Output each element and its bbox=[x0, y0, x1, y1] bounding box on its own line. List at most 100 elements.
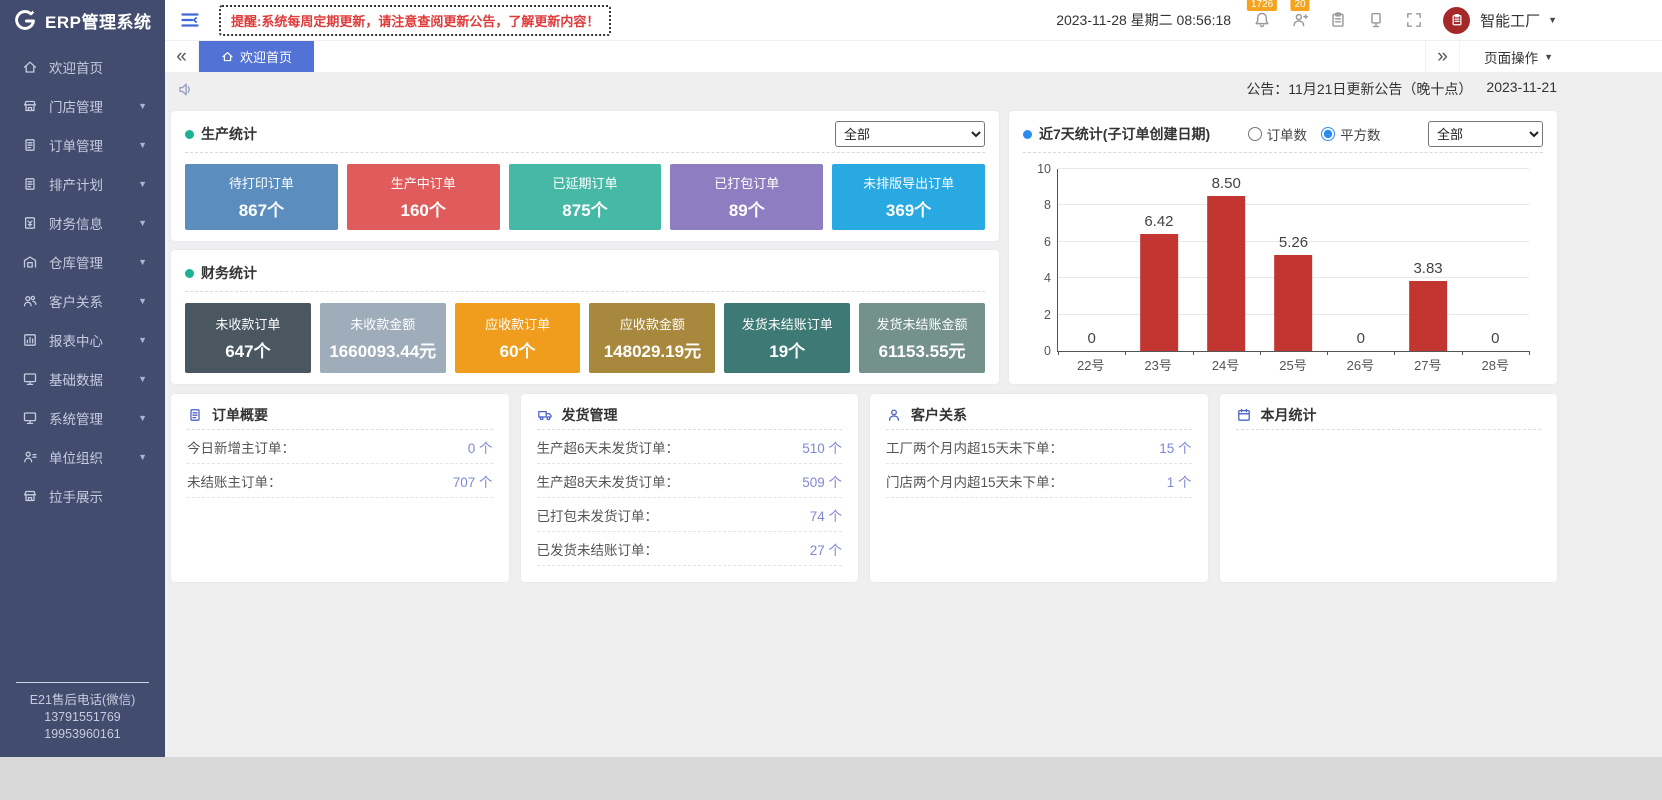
erp-dashboard: ERP管理系统 欢迎首页门店管理▼订单管理▼排产计划▼财务信息▼仓库管理▼客户关… bbox=[0, 0, 1662, 800]
production-card-4[interactable]: 未排版导出订单369个 bbox=[832, 164, 985, 230]
info-row-value[interactable]: 15 个 bbox=[1159, 437, 1191, 457]
info-row-value[interactable]: 74 个 bbox=[810, 505, 842, 525]
sidebar-item-6[interactable]: 客户关系▼ bbox=[0, 281, 165, 320]
info-row: 今日新增主订单：0 个 bbox=[187, 430, 493, 464]
tabbar-right: » 页面操作 ▼ bbox=[1425, 41, 1557, 72]
divider bbox=[185, 152, 985, 153]
finance-stats-panel: 财务统计 未收款订单647个未收款金额1660093.44元应收款订单60个应收… bbox=[171, 250, 999, 384]
device-icon[interactable] bbox=[1367, 11, 1385, 29]
tabs-scroll-right-icon[interactable]: » bbox=[1425, 41, 1459, 72]
info-row-label: 未结账主订单： bbox=[187, 471, 282, 491]
info-row-label: 工厂两个月内超15天未下单： bbox=[886, 437, 1063, 457]
sidebar-item-2[interactable]: 订单管理▼ bbox=[0, 125, 165, 164]
stat-card-value: 867个 bbox=[239, 196, 284, 221]
sidebar-item-10[interactable]: 单位组织▼ bbox=[0, 437, 165, 476]
radio-input[interactable] bbox=[1248, 127, 1262, 141]
page-actions-label: 页面操作 bbox=[1484, 47, 1538, 67]
x-axis-category-label: 27号 bbox=[1394, 355, 1461, 374]
info-row: 已发货未结账订单：27 个 bbox=[537, 532, 843, 566]
sidebar-item-label: 仓库管理 bbox=[49, 252, 138, 272]
system-reminder: 提醒:系统每周定期更新，请注意查阅更新公告，了解更新内容！ bbox=[219, 5, 611, 36]
tabs-scroll-left-icon[interactable]: « bbox=[165, 41, 199, 72]
menu-collapse-icon[interactable] bbox=[179, 9, 201, 31]
chart-bar[interactable] bbox=[1207, 196, 1245, 351]
chart-slot-0: 0 bbox=[1058, 169, 1125, 351]
bell-icon[interactable]: 1726 bbox=[1253, 11, 1271, 29]
sidebar-item-0[interactable]: 欢迎首页 bbox=[0, 47, 165, 86]
tab-bar: « 欢迎首页 » 页面操作 ▼ bbox=[165, 41, 1662, 73]
section-dot bbox=[185, 269, 194, 278]
sidebar-footer-line: 13791551769 bbox=[0, 709, 165, 726]
production-card-3[interactable]: 已打包订单89个 bbox=[670, 164, 823, 230]
sidebar-item-1[interactable]: 门店管理▼ bbox=[0, 86, 165, 125]
announcement-text[interactable]: 公告：11月21日更新公告（晚十点） bbox=[1246, 79, 1472, 99]
chart-slot-6: 0 bbox=[1462, 169, 1529, 351]
info-row-value[interactable]: 509 个 bbox=[802, 471, 842, 491]
user-notify-icon[interactable]: 20 bbox=[1291, 11, 1309, 29]
info-panel-title: 发货管理 bbox=[562, 405, 618, 425]
clipboard-icon[interactable] bbox=[1329, 11, 1347, 29]
sidebar-item-3[interactable]: 排产计划▼ bbox=[0, 164, 165, 203]
system-icon bbox=[22, 410, 38, 426]
info-panel-0: 订单概要今日新增主订单：0 个未结账主订单： 707 个 bbox=[171, 394, 509, 582]
chart-filter-select[interactable]: 全部 bbox=[1428, 121, 1543, 147]
data-icon bbox=[22, 371, 38, 387]
finance-card-2[interactable]: 应收款订单60个 bbox=[455, 303, 581, 373]
info-row-value[interactable]: 27 个 bbox=[810, 539, 842, 559]
finance-card-1[interactable]: 未收款金额1660093.44元 bbox=[320, 303, 446, 373]
app-logo[interactable]: ERP管理系统 bbox=[0, 0, 165, 41]
sidebar-item-4[interactable]: 财务信息▼ bbox=[0, 203, 165, 242]
info-panel-1: 发货管理生产超6天未发货订单：510 个生产超8天未发货订单：509 个已打包未… bbox=[521, 394, 859, 582]
finance-card-0[interactable]: 未收款订单647个 bbox=[185, 303, 311, 373]
radio-label: 订单数 bbox=[1267, 124, 1308, 144]
sidebar-item-5[interactable]: 仓库管理▼ bbox=[0, 242, 165, 281]
fullscreen-icon[interactable] bbox=[1405, 11, 1423, 29]
chart-bars: 06.428.505.2603.830 bbox=[1058, 169, 1529, 351]
user-avatar[interactable] bbox=[1443, 7, 1470, 34]
info-row: 门店两个月内超15天未下单：1 个 bbox=[886, 464, 1192, 498]
chevron-down-icon: ▼ bbox=[138, 296, 147, 306]
sidebar-item-9[interactable]: 系统管理▼ bbox=[0, 398, 165, 437]
sidebar-item-label: 拉手展示 bbox=[49, 486, 147, 506]
info-row-value[interactable]: 0 个 bbox=[468, 437, 493, 457]
finance-card-4[interactable]: 发货未结账订单19个 bbox=[724, 303, 850, 373]
production-filter-select[interactable]: 全部 bbox=[835, 121, 985, 147]
current-user[interactable]: 智能工厂 bbox=[1480, 10, 1540, 31]
calendar-icon bbox=[1236, 407, 1252, 423]
chart-metric-radio-1[interactable]: 平方数 bbox=[1321, 124, 1381, 144]
x-axis-category-label: 23号 bbox=[1124, 355, 1191, 374]
production-card-1[interactable]: 生产中订单160个 bbox=[347, 164, 500, 230]
info-row-value[interactable]: 1 个 bbox=[1167, 471, 1192, 491]
production-card-0[interactable]: 待打印订单867个 bbox=[185, 164, 338, 230]
finance-card-5[interactable]: 发货未结账金额61153.55元 bbox=[859, 303, 985, 373]
info-panel-title: 订单概要 bbox=[212, 405, 268, 425]
finance-card-3[interactable]: 应收款金额148029.19元 bbox=[589, 303, 715, 373]
production-card-2[interactable]: 已延期订单875个 bbox=[509, 164, 662, 230]
info-row-label: 生产超8天未发货订单： bbox=[537, 471, 680, 491]
tab-home[interactable]: 欢迎首页 bbox=[199, 41, 314, 72]
sidebar-item-8[interactable]: 基础数据▼ bbox=[0, 359, 165, 398]
sidebar-item-label: 客户关系 bbox=[49, 291, 138, 311]
sidebar-footer-line: E21售后电话(微信) bbox=[0, 692, 165, 709]
home-icon bbox=[221, 50, 234, 63]
user-badge: 20 bbox=[1291, 0, 1310, 11]
order-summary-icon bbox=[187, 407, 203, 423]
info-panel-header: 客户关系 bbox=[886, 404, 1192, 430]
info-row-value[interactable]: 510 个 bbox=[802, 437, 842, 457]
sidebar-item-7[interactable]: 报表中心▼ bbox=[0, 320, 165, 359]
bar-chart: 024681006.428.505.2603.83022号23号24号25号26… bbox=[1023, 153, 1543, 380]
stat-card-value: 60个 bbox=[500, 337, 536, 362]
main-area: 提醒:系统每周定期更新，请注意查阅更新公告，了解更新内容！ 2023-11-28… bbox=[165, 0, 1662, 757]
radio-input[interactable] bbox=[1321, 127, 1335, 141]
user-caret-icon[interactable]: ▼ bbox=[1548, 15, 1557, 25]
sidebar-item-11[interactable]: 拉手展示 bbox=[0, 476, 165, 515]
stat-card-label: 发货未结账订单 bbox=[742, 314, 833, 333]
page-actions-menu[interactable]: 页面操作 ▼ bbox=[1459, 41, 1557, 72]
info-row-value[interactable]: 707 个 bbox=[453, 471, 493, 491]
stat-card-value: 61153.55元 bbox=[879, 337, 966, 362]
chart-metric-radio-0[interactable]: 订单数 bbox=[1248, 124, 1308, 144]
chart-slot-5: 3.83 bbox=[1394, 169, 1461, 351]
y-axis-tick-label: 4 bbox=[1044, 271, 1051, 285]
x-axis-category-label: 22号 bbox=[1057, 355, 1124, 374]
chart-bar[interactable] bbox=[1140, 234, 1178, 351]
